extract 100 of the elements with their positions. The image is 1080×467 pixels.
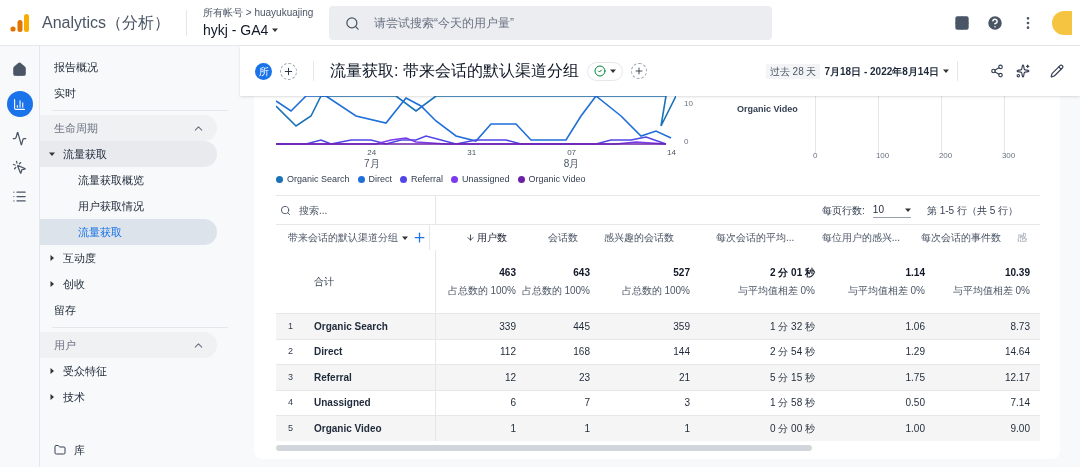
sidebar-item[interactable]: 技术 [40,384,217,410]
plus-icon [283,65,294,77]
table-cell-text: 643 [573,266,590,280]
help-icon [986,13,1004,32]
table-cell-text: 合计 [314,275,334,289]
table-cell-text: 占总数的 100% [521,284,590,298]
table-cell-text: 339 [499,319,516,334]
sidebar-section[interactable]: 用户 [40,332,217,358]
sidebar-item[interactable]: 互动度 [40,245,217,271]
column-header[interactable]: 感兴趣的会话数 [578,230,675,245]
legend-label: Direct [368,172,393,186]
pagination-range: 第 1-5 行（共 5 行） [926,203,1018,218]
axis-label: 300 [1001,150,1016,162]
edit-icon [1050,64,1064,78]
avatar[interactable] [1052,10,1072,35]
table-cell-text: 1 [510,421,516,436]
caret-icon [49,281,55,287]
dimension-header[interactable]: 带来会话的默认渠道分组 [288,230,408,245]
table-cell-text: 359 [673,319,690,334]
table-cell-text: Organic Search [314,319,388,334]
plus-icon [633,66,644,76]
advertising-icon [12,160,27,175]
axis-label: 14 [667,148,676,158]
date-prefix: 过去 28 天 [765,63,821,79]
legend-label: Organic Search [287,172,350,186]
sidebar-item[interactable]: 受众特征 [40,358,217,384]
column-header[interactable]: 用户数 [430,230,508,245]
caret-icon [402,234,408,241]
axis-label: 200 [938,150,953,162]
column-header[interactable]: 会话数 [507,230,579,245]
table-cell-text: 527 [673,266,690,280]
table-cell-text: 1.06 [905,319,925,334]
sidebar-item[interactable]: 创收 [40,271,217,297]
sidebar-item[interactable]: 留存 [40,297,217,323]
table-cell-text: 5 分 15 秒 [769,370,815,385]
add-dimension-icon [412,230,427,245]
sidebar-item[interactable]: 实时 [40,80,217,106]
axis-label: 24 [367,148,377,158]
table-cell-text: 8.73 [1010,319,1030,334]
table-cell-text: 7.14 [1010,396,1030,411]
legend-label: Referral [411,172,444,186]
column-header[interactable]: 每次会话的事件数 [900,230,1001,245]
table-cell-text: 1.29 [905,345,925,360]
table-cell-text: 112 [500,345,516,360]
table-cell-text: 0 分 00 秒 [769,421,815,436]
explore-icon [12,131,27,146]
app-title: Analytics（分析） [42,12,171,33]
caret-icon [272,27,279,33]
table-cell-text: 23 [578,370,590,385]
table-cell-text: 1.75 [905,370,925,385]
comparison-badge[interactable]: 所 [255,62,272,80]
table-cell-text: 占总数的 100% [447,284,516,298]
table-cell-text: 14.64 [1004,345,1030,360]
sidebar-section[interactable]: 生命周期 [40,115,217,141]
table-cell-text: 21 [678,370,690,385]
table-search-field[interactable]: 搜索... [299,202,419,218]
table-cell-text: 3 [287,370,294,384]
table-cell-text: Unassigned [314,396,371,411]
sort-icon [466,233,476,242]
caret-icon [904,206,911,213]
table-cell-text: Direct [314,345,343,360]
axis-label: 07 [567,148,577,158]
sidebar-subitem[interactable]: 流量获取概览 [40,167,217,193]
date-range-picker[interactable]: 7月18日 - 2022年8月14日 [824,63,949,79]
sidebar-item[interactable]: 流量获取 [40,141,217,167]
caret-icon [609,68,616,74]
property-selector[interactable]: hykj - GA4 [203,19,322,41]
axis-label: 0 [812,150,818,162]
table-cell-text: 1 [287,319,294,333]
table-cell-text: 12.17 [1004,370,1030,385]
table-cell-text: 3 [684,396,690,411]
caret-icon [943,68,949,74]
check-icon [593,65,606,77]
axis-label: 100 [875,150,890,162]
table-cell-text: 4 [287,396,294,409]
search-field[interactable]: 请尝试搜索“今天的用户量” [329,5,773,40]
table-cell-text: 1.00 [905,421,925,436]
table-cell-text: 2 [287,345,294,358]
reports-icon[interactable] [6,91,33,117]
sidebar-item[interactable]: 库 [74,441,85,459]
column-header[interactable]: 每次会话的平均... [674,230,795,245]
sidebar-item[interactable]: 报告概况 [40,54,217,80]
table-cell-text: 1 [684,421,690,436]
table-cell-text: 168 [573,345,590,360]
table-cell-text: 0.50 [905,396,925,411]
sidebar-subitem[interactable]: 流量获取 [40,219,217,245]
table-cell-text: 1 [584,421,590,436]
rows-per-page-select[interactable]: 10 [872,202,911,218]
logo-icon [10,13,30,32]
scrollbar[interactable] [276,444,812,451]
search-icon [345,15,361,31]
table-cell-text: 1.14 [905,266,925,280]
table-cell-text: 6 [510,396,516,411]
folder-icon [54,444,66,456]
legend-label: Organic Video [528,172,586,186]
sidebar-subitem[interactable]: 用户获取情况 [40,193,217,219]
table-cell-text: Organic Video [314,421,382,436]
table-cell-text: 463 [499,266,516,280]
column-header[interactable]: 每位用户的感兴... [794,230,901,245]
table-cell-text: 2 分 01 秒 [769,266,815,280]
